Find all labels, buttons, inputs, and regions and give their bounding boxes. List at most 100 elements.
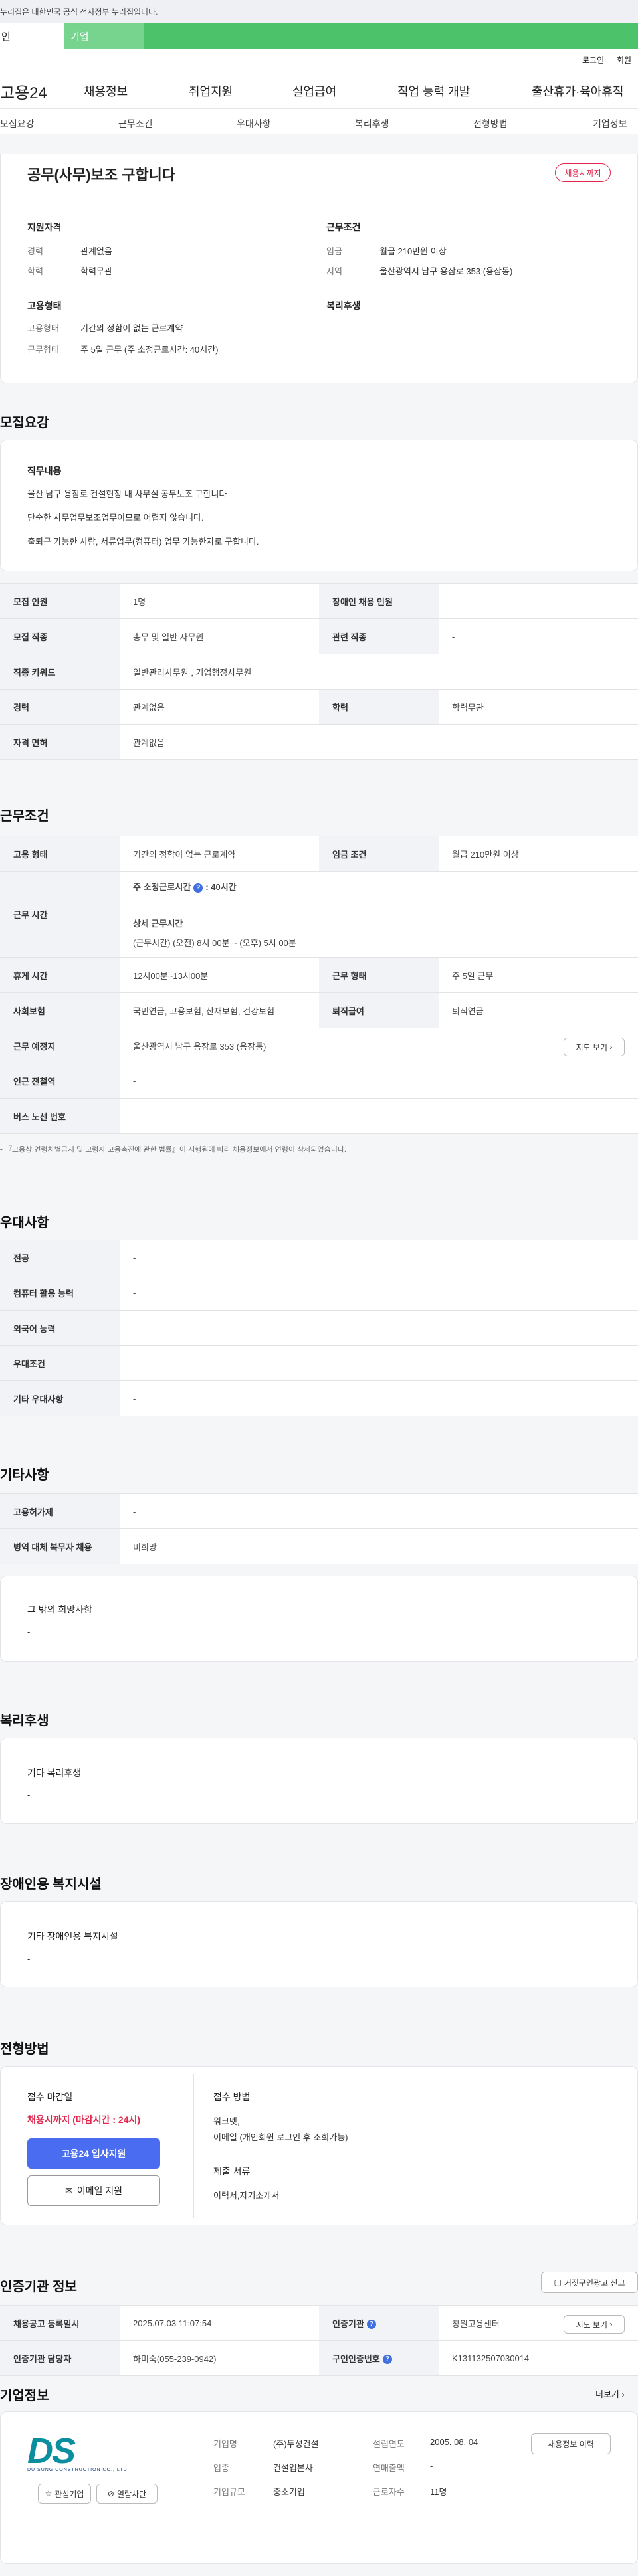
row-value: - — [439, 583, 638, 619]
email-apply-button[interactable]: ✉ 이메일 지원 — [27, 2175, 160, 2206]
emp-value: 기간의 정함이 없는 근로계약 — [80, 323, 183, 333]
table-row: 인근 전철역 - — [0, 1063, 638, 1099]
hope-card: 그 밖의 희망사항 - — [0, 1576, 638, 1662]
nav-employment-support[interactable]: 취업지원 — [189, 82, 233, 100]
preference-table: 전공 - 컴퓨터 활용 능력 - 외국어 능력 - 우대조건 - 기타 우대사항 - — [0, 1240, 638, 1416]
method-line: 이메일 (개인회원 로그인 후 조회가능) — [213, 2132, 348, 2142]
tab-preference[interactable]: 우대사항 — [237, 117, 271, 130]
row-header: 학력 — [319, 689, 439, 725]
career-label: 경력 — [27, 246, 43, 256]
duty-line: 단순한 사무업무보조업무이므로 어렵지 않습니다. — [27, 513, 204, 523]
company-title: 기업정보 — [0, 2389, 49, 2403]
more-link[interactable]: 더보기 › — [595, 2387, 625, 2400]
document-icon: ▢ — [554, 2278, 562, 2287]
help-icon[interactable]: ? — [382, 2355, 392, 2365]
age-notice: • 『고용상 연령차별금지 및 고령자 고용촉진에 관한 법률』이 시행됨에 따… — [0, 1146, 346, 1154]
row-value: 국민연금, 고용보험, 산재보험, 건강보험 — [120, 992, 319, 1028]
weekly-hours-label: 주 소정근로시간 — [133, 882, 191, 892]
conditions-table: 고용 형태 기간의 정함이 없는 근로계약 임금 조건 월급 210만원 이상 근무 … — [0, 836, 638, 1134]
table-row: 자격 면허 관계없음 — [0, 724, 638, 760]
row-header: 사회보험 — [0, 992, 120, 1028]
row-value: - — [120, 1310, 638, 1346]
company-name-label: 기업명 — [213, 2439, 237, 2449]
place-value: 울산광역시 남구 용잠로 353 (용잠동) — [133, 1041, 266, 1052]
row-header: 기타 우대사항 — [0, 1380, 120, 1416]
org-value: 창원고용센터 — [452, 2318, 500, 2329]
row-header: 컴퓨터 활용 능력 — [0, 1275, 120, 1311]
table-row: 직종 키워드 일반관리사무원 , 기업행정사무원 — [0, 654, 638, 690]
cert-table: 채용공고 등록일시 2025.07.03 11:07:54 인증기관? 창원고용센터 지… — [0, 2305, 638, 2376]
signup-link[interactable]: 회원 — [617, 54, 631, 66]
duty-heading: 직무내용 — [27, 466, 62, 476]
map-button[interactable]: 지도 보기 › — [564, 2315, 625, 2334]
duty-line: 출퇴근 가능한 사람, 서류업무(컴퓨터) 업무 가능한자로 구합니다. — [27, 537, 259, 547]
company-card: DS DU SUNG CONSTRUCTION CO., LTD. ☆ 관심기업 … — [0, 2411, 638, 2564]
wage-value: 월급 210만원 이상 — [379, 246, 447, 256]
row-value: - — [120, 1063, 638, 1099]
welfare-value: - — [27, 1790, 31, 1800]
utility-bar: 로그인 회원 — [0, 49, 638, 69]
company-logo: DS DU SUNG CONSTRUCTION CO., LTD. — [27, 2433, 160, 2474]
tab-personal[interactable]: 인 — [0, 23, 64, 49]
report-button[interactable]: ▢ 거짓구인광고 신고 — [541, 2272, 638, 2293]
tab-recruit[interactable]: 모집요강 — [0, 117, 35, 130]
table-row: 경력 관계없음 학력 학력무관 — [0, 689, 638, 725]
help-icon[interactable]: ? — [366, 2320, 376, 2330]
tab-company[interactable]: 기업정보 — [593, 117, 627, 130]
nav-leave[interactable]: 출산휴가·육아휴직 — [532, 82, 623, 100]
tab-conditions[interactable]: 근무조건 — [118, 117, 153, 130]
row-value: - — [120, 1380, 638, 1416]
welfare-heading: 복리후생 — [326, 300, 361, 311]
hope-heading: 그 밖의 희망사항 — [27, 1604, 92, 1615]
tab-welfare[interactable]: 복리후생 — [355, 117, 389, 130]
divider — [193, 2074, 194, 2218]
login-link[interactable]: 로그인 — [582, 54, 604, 66]
table-row: 고용 형태 기간의 정함이 없는 근로계약 임금 조건 월급 210만원 이상 — [0, 836, 638, 872]
row-header: 구인인증번호? — [319, 2340, 439, 2376]
conditions-title: 근무조건 — [0, 809, 49, 824]
table-row: 컴퓨터 활용 능력 - — [0, 1275, 638, 1311]
row-value: 기간의 정함이 없는 근로계약 — [120, 836, 319, 872]
block-icon: ⊘ — [107, 2489, 114, 2498]
table-row: 인증기관 담당자 하미숙(055-239-0942) 구인인증번호? K1311325… — [0, 2340, 638, 2376]
help-icon[interactable]: ? — [193, 883, 203, 893]
block-button[interactable]: ⊘ 열람차단 — [96, 2484, 158, 2504]
tab-corporate[interactable]: 기업 — [64, 23, 144, 49]
row-value: 2025.07.03 11:07:54 — [120, 2305, 319, 2341]
docs-heading: 제출 서류 — [213, 2166, 251, 2177]
history-button[interactable]: 채용정보 이력 — [531, 2433, 611, 2454]
method-heading: 접수 방법 — [213, 2092, 251, 2102]
row-value: 비희망 — [120, 1528, 638, 1564]
row-value: - — [120, 1098, 638, 1134]
work-value: 주 5일 근무 (주 소정근로시간: 40시간) — [80, 345, 219, 355]
employees-value: 11명 — [430, 2487, 447, 2497]
nav-training[interactable]: 직업 능력 개발 — [397, 82, 470, 100]
facility-title: 장애인용 복지시설 — [0, 1877, 102, 1892]
row-header: 외국어 능력 — [0, 1310, 120, 1346]
edu-label: 학력 — [27, 266, 43, 276]
map-button[interactable]: 지도 보기 › — [564, 1038, 625, 1056]
row-value: 관계없음 — [120, 724, 638, 760]
nav-unemployment[interactable]: 실업급여 — [292, 82, 336, 100]
row-header: 퇴직급여 — [319, 992, 439, 1028]
row-value: 하미숙(055-239-0942) — [120, 2340, 319, 2376]
edu-value: 학력무관 — [80, 266, 112, 276]
cond-heading: 근무조건 — [326, 222, 361, 232]
facility-sub: 기타 장애인용 복지시설 — [27, 1931, 118, 1942]
row-value: K131132507030014 — [439, 2340, 638, 2376]
row-header: 임금 조건 — [319, 836, 439, 872]
site-logo[interactable]: 고용24 — [0, 80, 47, 103]
favorite-button[interactable]: ☆ 관심기업 — [38, 2484, 91, 2504]
row-header: 관련 직종 — [319, 618, 439, 654]
nav-jobs[interactable]: 채용정보 — [84, 82, 128, 100]
tab-selection[interactable]: 전형방법 — [473, 117, 508, 130]
table-row: 모집 직종 총무 및 일반 사무원 관련 직종 - — [0, 618, 638, 654]
row-value: 울산광역시 남구 용잠로 353 (용잠동) 지도 보기 › — [120, 1028, 638, 1063]
apply-button[interactable]: 고용24 입사지원 — [27, 2138, 160, 2169]
row-value: - — [120, 1345, 638, 1381]
emp-label: 고용형태 — [27, 323, 59, 333]
status-badge: 채용시까지 — [555, 163, 611, 182]
row-header: 자격 면허 — [0, 724, 120, 760]
table-row: 채용공고 등록일시 2025.07.03 11:07:54 인증기관? 창원고용센터 지… — [0, 2305, 638, 2341]
detail-hours-title: 상세 근무시간 — [133, 919, 183, 929]
